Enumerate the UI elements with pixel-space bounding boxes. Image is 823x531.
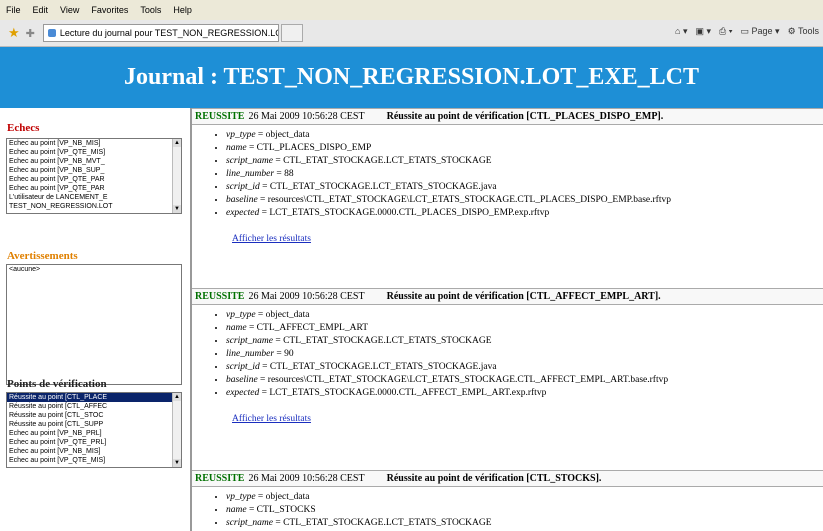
browser-tab-active[interactable]: Lecture du journal pour TEST_NON_REGRESS… (42, 24, 279, 42)
list-item[interactable]: Echec au point [VP_NB_SUP_ (7, 166, 181, 175)
menu-view[interactable]: View (54, 5, 85, 15)
status-label: REUSSITE (195, 291, 245, 302)
page-title: Journal : TEST_NON_REGRESSION.LOT_EXE_LC… (123, 64, 700, 90)
list-item: expected = LCT_ETATS_STOCKAGE.0000.CTL_A… (226, 387, 823, 400)
tab-title: Lecture du journal pour TEST_NON_REGRESS… (59, 28, 279, 38)
scroll-up-icon[interactable]: ▲ (173, 139, 181, 147)
page-menu-button[interactable]: ▭ Page ▾ (741, 26, 780, 37)
scroll-down-icon[interactable]: ▼ (173, 205, 181, 213)
list-item: expected = LCT_ETATS_STOCKAGE.0000.CTL_P… (226, 207, 823, 220)
new-tab-button[interactable] (280, 24, 303, 42)
print-icon[interactable]: ⎙ ▾ (719, 26, 732, 37)
menu-edit[interactable]: Edit (27, 5, 55, 15)
menu-favorites[interactable]: Favorites (85, 5, 134, 15)
entry-date: 26 Mai 2009 10:56:28 CEST (248, 291, 365, 302)
page-favicon-icon (47, 29, 56, 37)
checkpoints-scrollbar[interactable]: ▲ ▼ (172, 393, 181, 467)
list-item[interactable]: Réussite au point [CTL_AFFEC (7, 402, 181, 411)
list-item[interactable]: Echec au point [VP_NB_MVT_ (7, 157, 181, 166)
list-item[interactable]: Echec au point [VP_NB_MIS] (7, 447, 181, 456)
entry-message: Réussite au point de vérification [CTL_P… (386, 111, 664, 122)
favorites-star-icon[interactable]: ★ (8, 25, 20, 41)
list-item[interactable]: TEST_NON_REGRESSION.LOT (7, 202, 181, 211)
list-item: baseline = resources\CTL_ETAT_STOCKAGE\L… (226, 374, 823, 387)
entry-header: REUSSITE 26 Mai 2009 10:56:28 CEST Réuss… (192, 288, 823, 305)
list-item[interactable]: Echec au point [VP_NB_MIS] (7, 139, 181, 148)
journal-content: REUSSITE 26 Mai 2009 10:56:28 CEST Réuss… (192, 108, 823, 531)
failures-title: Echecs (7, 122, 40, 134)
list-item[interactable]: Echec au point [VP_QTE_MIS] (7, 456, 181, 465)
warnings-list[interactable]: <aucune> (6, 264, 182, 385)
list-item: script_id = CTL_ETAT_STOCKAGE.LCT_ETATS_… (226, 181, 823, 194)
list-item: baseline = resources\CTL_ETAT_STOCKAGE\L… (226, 194, 823, 207)
list-item: line_number = 88 (226, 168, 823, 181)
warnings-title: Avertissements (7, 250, 78, 262)
list-item[interactable]: Réussite au point [CTL_STOC (7, 411, 181, 420)
checkpoints-list[interactable]: Réussite au point [CTL_PLACE Réussite au… (6, 392, 182, 468)
list-item[interactable]: L'utilisateur de LANCEMENT_E (7, 193, 181, 202)
list-item[interactable]: Echec au point [VP_QTE_MIS] (7, 148, 181, 157)
scroll-down-icon[interactable]: ▼ (173, 459, 181, 467)
list-item[interactable]: Réussite au point [CTL_SUPP (7, 420, 181, 429)
menu-file[interactable]: File (0, 5, 27, 15)
browser-toolbar: ★ ✚ Lecture du journal pour TEST_NON_REG… (0, 20, 823, 47)
checkpoints-title: Points de vérification (7, 378, 107, 390)
property-list: vp_type = object_data name = CTL_STOCKS … (192, 491, 823, 530)
list-item[interactable]: <aucune> (7, 265, 181, 274)
journal-header: Journal : TEST_NON_REGRESSION.LOT_EXE_LC… (0, 47, 823, 108)
list-item: script_name = CTL_ETAT_STOCKAGE.LCT_ETAT… (226, 155, 823, 168)
entry-date: 26 Mai 2009 10:56:28 CEST (248, 473, 365, 484)
status-label: REUSSITE (195, 111, 245, 122)
log-entry: REUSSITE 26 Mai 2009 10:56:28 CEST Réuss… (192, 108, 823, 244)
list-item[interactable]: Echec au point [VP_QTE_PAR (7, 175, 181, 184)
log-entry: REUSSITE 26 Mai 2009 10:56:28 CEST Réuss… (192, 470, 823, 530)
list-item: script_id = CTL_ETAT_STOCKAGE.LCT_ETATS_… (226, 361, 823, 374)
list-item[interactable]: Réussite au point [CTL_PLACE (7, 393, 181, 402)
failures-scrollbar[interactable]: ▲ ▼ (172, 139, 181, 213)
list-item: vp_type = object_data (226, 309, 823, 322)
list-item: name = CTL_STOCKS (226, 504, 823, 517)
status-label: REUSSITE (195, 473, 245, 484)
list-item: vp_type = object_data (226, 129, 823, 142)
list-item[interactable]: Echec au point [VP_QTE_PAR (7, 184, 181, 193)
left-panel: Echecs Echec au point [VP_NB_MIS] Echec … (0, 108, 192, 531)
command-bar: ⌂ ▾ ▣ ▾ ⎙ ▾ ▭ Page ▾ ⚙ Tools (675, 26, 819, 37)
add-favorite-icon[interactable]: ✚ (26, 27, 35, 40)
failures-list[interactable]: Echec au point [VP_NB_MIS] Echec au poin… (6, 138, 182, 214)
list-item[interactable]: Echec au point [VP_NB_PRL] (7, 429, 181, 438)
list-item: line_number = 90 (226, 348, 823, 361)
scroll-up-icon[interactable]: ▲ (173, 393, 181, 401)
entry-header: REUSSITE 26 Mai 2009 10:56:28 CEST Réuss… (192, 470, 823, 487)
entry-header: REUSSITE 26 Mai 2009 10:56:28 CEST Réuss… (192, 108, 823, 125)
tools-menu-button[interactable]: ⚙ Tools (788, 26, 819, 37)
entry-message: Réussite au point de vérification [CTL_A… (386, 291, 661, 302)
list-item: vp_type = object_data (226, 491, 823, 504)
list-item: name = CTL_PLACES_DISPO_EMP (226, 142, 823, 155)
feeds-icon[interactable]: ▣ ▾ (695, 26, 711, 37)
entry-message: Réussite au point de vérification [CTL_S… (386, 473, 602, 484)
home-icon[interactable]: ⌂ ▾ (675, 26, 687, 37)
menu-help[interactable]: Help (167, 5, 198, 15)
menu-bar: File Edit View Favorites Tools Help (0, 0, 823, 20)
menu-tools[interactable]: Tools (134, 5, 167, 15)
list-item[interactable]: Echec au point [VP_QTE_PRL] (7, 438, 181, 447)
property-list: vp_type = object_data name = CTL_PLACES_… (192, 129, 823, 220)
list-item: script_name = CTL_ETAT_STOCKAGE.LCT_ETAT… (226, 335, 823, 348)
entry-date: 26 Mai 2009 10:56:28 CEST (248, 111, 365, 122)
show-results-link[interactable]: Afficher les résultats (232, 234, 823, 244)
list-item: script_name = CTL_ETAT_STOCKAGE.LCT_ETAT… (226, 517, 823, 530)
log-entry: REUSSITE 26 Mai 2009 10:56:28 CEST Réuss… (192, 288, 823, 424)
list-item: name = CTL_AFFECT_EMPL_ART (226, 322, 823, 335)
show-results-link[interactable]: Afficher les résultats (232, 414, 823, 424)
property-list: vp_type = object_data name = CTL_AFFECT_… (192, 309, 823, 400)
